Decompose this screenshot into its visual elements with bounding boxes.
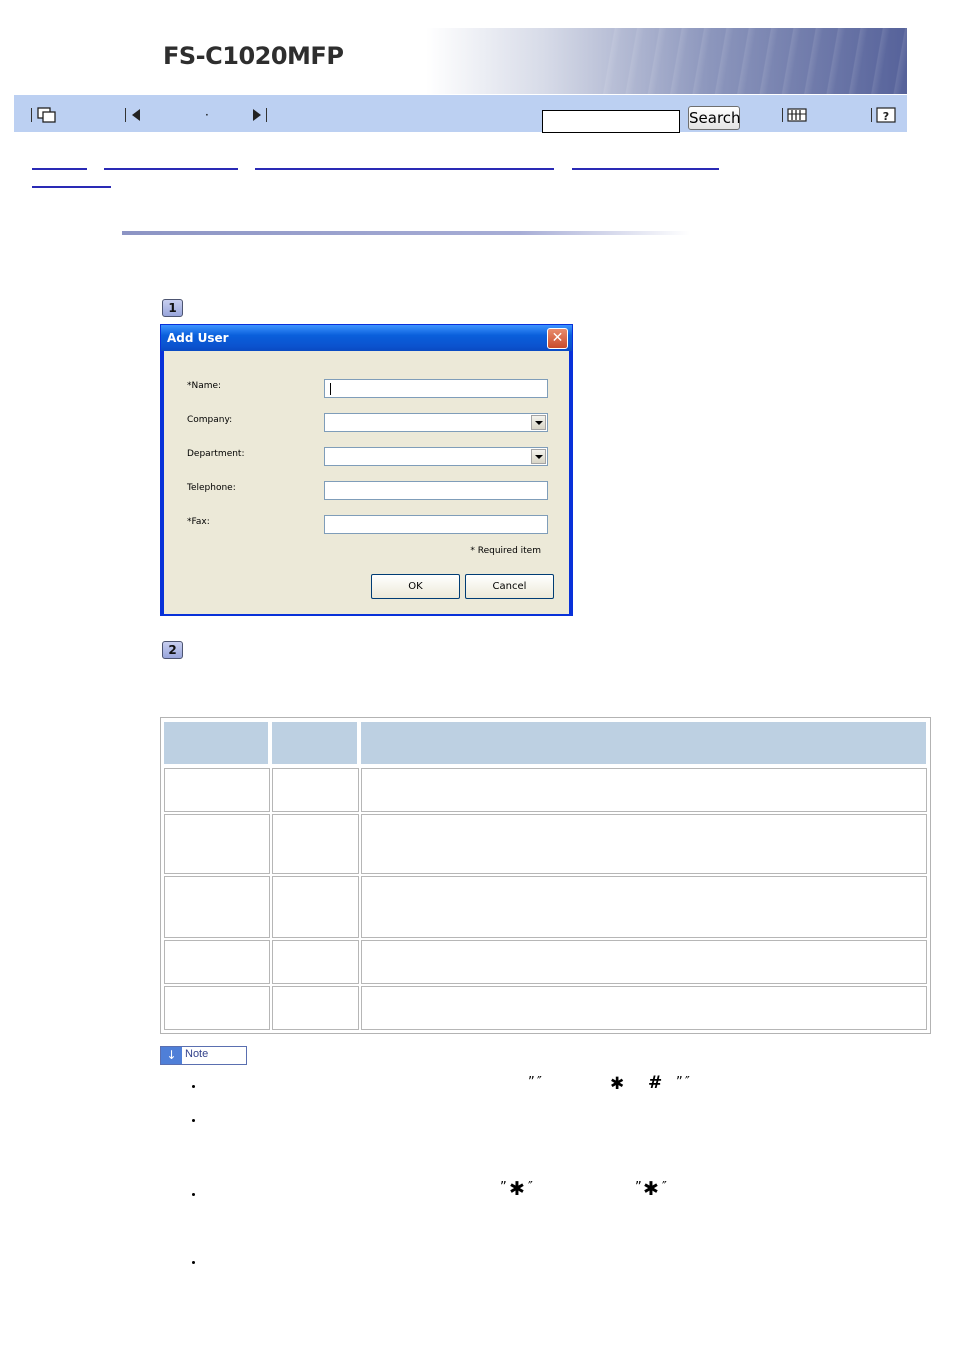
toolbar-separator bbox=[31, 108, 32, 122]
heading-rule bbox=[122, 231, 690, 235]
name-field[interactable] bbox=[324, 379, 548, 398]
quote-mark: ” bbox=[500, 1180, 507, 1195]
table-cell bbox=[164, 876, 270, 938]
table-cell bbox=[164, 940, 270, 984]
toolbar-separator bbox=[782, 108, 783, 122]
next-page-icon[interactable] bbox=[250, 105, 264, 125]
toolbar-separator bbox=[871, 108, 872, 122]
close-icon[interactable]: ✕ bbox=[547, 328, 568, 349]
note-badge: ↓ Note bbox=[160, 1046, 247, 1065]
table-cell bbox=[272, 814, 359, 874]
breadcrumb-link[interactable] bbox=[572, 168, 719, 170]
add-user-dialog: Add User ✕ *Name: Company: Department: T… bbox=[160, 324, 573, 616]
ok-button[interactable]: OK bbox=[371, 574, 460, 599]
step-callout-1: 1 bbox=[162, 299, 183, 317]
note-bullet bbox=[192, 1119, 195, 1122]
step-callout-2: 2 bbox=[162, 641, 183, 659]
asterisk-symbol: ✱ bbox=[643, 1178, 659, 1200]
department-label: Department: bbox=[187, 449, 245, 459]
help-icon[interactable]: ? bbox=[875, 105, 897, 125]
header-banner-decoration bbox=[600, 28, 907, 94]
table-header-cell bbox=[272, 722, 357, 764]
company-dropdown[interactable] bbox=[324, 413, 548, 432]
table-cell bbox=[361, 768, 927, 812]
quote-mark: ” bbox=[635, 1180, 642, 1195]
asterisk-symbol: ✱ bbox=[610, 1074, 625, 1094]
required-item-note: * Required item bbox=[470, 546, 541, 556]
breadcrumb-link[interactable] bbox=[255, 168, 554, 170]
telephone-field[interactable] bbox=[324, 481, 548, 500]
arrow-down-icon: ↓ bbox=[161, 1047, 182, 1064]
quote-mark: ″ bbox=[662, 1180, 667, 1195]
product-title: FS-C1020MFP bbox=[163, 42, 344, 70]
table-cell bbox=[361, 876, 927, 938]
department-dropdown[interactable] bbox=[324, 447, 548, 466]
toolbar-separator bbox=[266, 108, 267, 122]
table-cell bbox=[361, 814, 927, 874]
page-indicator-dot: · bbox=[205, 108, 209, 122]
toolbar bbox=[14, 95, 907, 132]
hash-symbol: # bbox=[648, 1073, 663, 1093]
cancel-button[interactable]: Cancel bbox=[465, 574, 554, 599]
table-cell bbox=[164, 986, 270, 1030]
table-header-cell bbox=[164, 722, 268, 764]
search-input[interactable] bbox=[542, 110, 680, 133]
dialog-titlebar: Add User ✕ bbox=[161, 325, 572, 351]
chevron-down-icon[interactable] bbox=[531, 415, 546, 430]
telephone-label: Telephone: bbox=[187, 483, 236, 493]
note-bullet bbox=[192, 1261, 195, 1264]
table-header-cell bbox=[361, 722, 926, 764]
table-cell bbox=[164, 814, 270, 874]
company-label: Company: bbox=[187, 415, 233, 425]
breadcrumb-link[interactable] bbox=[32, 168, 87, 170]
quote-mark: ″ bbox=[528, 1180, 533, 1195]
quote-mark: ″ bbox=[685, 1075, 690, 1090]
index-icon[interactable] bbox=[786, 105, 808, 125]
table-cell bbox=[272, 768, 359, 812]
chevron-down-icon[interactable] bbox=[531, 449, 546, 464]
quote-mark: ” bbox=[676, 1075, 683, 1090]
table-cell bbox=[272, 940, 359, 984]
quote-mark: ″ bbox=[537, 1075, 542, 1090]
search-button[interactable]: Search bbox=[688, 106, 741, 130]
toolbar-separator bbox=[125, 108, 126, 122]
dialog-body: *Name: Company: Department: Telephone: *… bbox=[164, 351, 569, 614]
dialog-title: Add User bbox=[167, 331, 229, 345]
asterisk-symbol: ✱ bbox=[509, 1178, 525, 1200]
svg-text:?: ? bbox=[883, 110, 889, 123]
note-bullet bbox=[192, 1193, 195, 1196]
fax-label: *Fax: bbox=[187, 517, 210, 527]
breadcrumb-link[interactable] bbox=[32, 186, 111, 188]
note-label: Note bbox=[185, 1048, 209, 1060]
table-cell bbox=[164, 768, 270, 812]
contents-icon[interactable] bbox=[37, 105, 59, 125]
table-cell bbox=[361, 986, 927, 1030]
quote-mark: ” bbox=[528, 1075, 535, 1090]
table-cell bbox=[361, 940, 927, 984]
breadcrumb-link[interactable] bbox=[104, 168, 238, 170]
settings-table bbox=[160, 717, 931, 1034]
note-bullet bbox=[192, 1085, 195, 1088]
previous-page-icon[interactable] bbox=[129, 105, 143, 125]
fax-field[interactable] bbox=[324, 515, 548, 534]
name-label: *Name: bbox=[187, 381, 222, 391]
table-cell bbox=[272, 876, 359, 938]
table-cell bbox=[272, 986, 359, 1030]
